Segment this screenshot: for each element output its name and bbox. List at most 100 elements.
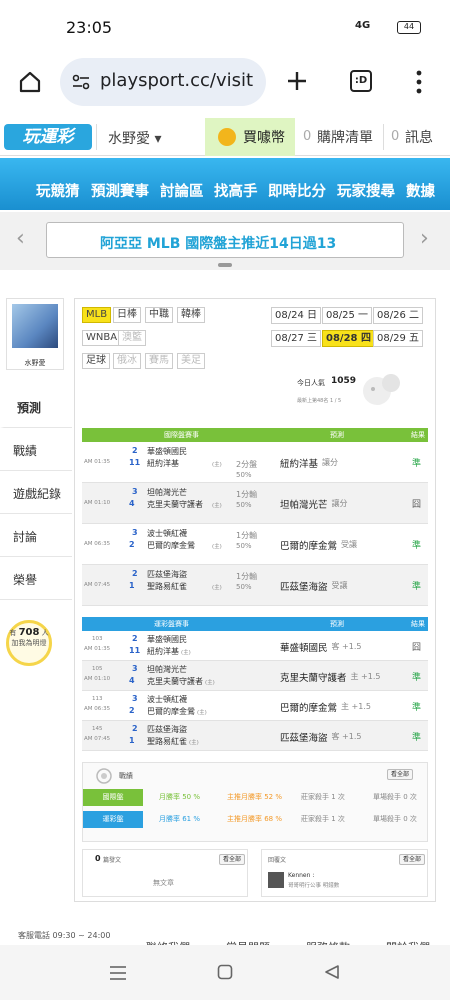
home-team: 紐約洋基 (147, 459, 179, 468)
tab-honors[interactable]: 榮譽 (0, 558, 72, 600)
profile-username: 水野愛 (24, 359, 46, 367)
intl-game-row[interactable]: AM 01:35 2 華盛頓國民 11 紐約洋基 (主) 2分盤 50% 紐約洋基 讓分準 (82, 442, 428, 483)
intl-col-pick: 預測 (330, 431, 344, 439)
cart-link[interactable]: 購牌清單 (317, 127, 373, 147)
spread-pct: 50% (236, 542, 252, 550)
buy-coins-label: 買噱幣 (243, 130, 285, 146)
pick-note: 讓分 (322, 458, 338, 467)
messages-link[interactable]: 訊息 (405, 127, 433, 147)
reply-user[interactable]: Kennen : (288, 872, 314, 879)
record-icon (96, 768, 112, 784)
recent-apps-icon[interactable] (109, 965, 127, 981)
league-selector: MLB 日棒 中職 韓棒 WNBA 澳籃 足球 俄冰 賽馬 美足 (82, 307, 252, 377)
message-count: 0 (391, 129, 400, 144)
chevron-left-icon[interactable]: ‹ (16, 226, 25, 251)
announcement-text[interactable]: 阿亞亞 MLB 國際盤主推近14日過13 (100, 233, 336, 253)
tab-predictions[interactable]: 預測 (0, 386, 72, 428)
league-horse[interactable]: 賽馬 (145, 353, 173, 369)
league-khl[interactable]: 俄冰 (113, 353, 141, 369)
league-nfl[interactable]: 美足 (177, 353, 205, 369)
divider (96, 124, 97, 150)
league-soccer[interactable]: 足球 (82, 353, 110, 369)
intl-col-game: 國際盤賽事 (164, 431, 199, 439)
home-team: 克里夫蘭守護者 (147, 677, 203, 686)
pick-team: 坦帕灣光芒 (280, 500, 328, 511)
league-kbo[interactable]: 韓棒 (177, 307, 205, 323)
main-nav: 玩競猜 預測賽事 討論區 找高手 即時比分 玩家搜尋 數據 (0, 158, 450, 210)
intl-game-row[interactable]: AM 06:35 3 波士頓紅襪 2 巴爾的摩金鶯 (主) 1分輸 50% 巴爾的摩金鶯 受讓準 (82, 524, 428, 565)
pick-team: 巴爾的摩金鶯 (280, 541, 338, 552)
league-nbl[interactable]: 澳籃 (118, 330, 146, 346)
site-logo[interactable]: 玩運彩 (4, 124, 92, 150)
user-menu[interactable]: 水野愛 ▾ (108, 128, 161, 148)
nav-find-experts[interactable]: 找高手 (214, 180, 258, 201)
nav-play-guess[interactable]: 玩競猜 (36, 180, 80, 201)
local-main-rate: 主推月勝率 68 % (227, 815, 283, 823)
record-title: 戰績 (119, 772, 133, 780)
home-marker: (主) (212, 503, 222, 509)
tab-discussion[interactable]: 討論 (0, 515, 72, 557)
intl-table-header: 國際盤賽事 預測 結果 (82, 428, 428, 442)
posts-box: 0 篇發文 看全部 無文章 (82, 849, 248, 897)
nav-data[interactable]: 數據 (406, 180, 435, 201)
home-score: 11 (129, 646, 141, 655)
result-badge: 準 (412, 733, 422, 743)
spread-pct: 50% (236, 583, 252, 591)
result-badge: 準 (412, 459, 422, 469)
away-team: 波士頓紅襪 (147, 695, 187, 704)
league-npb[interactable]: 日棒 (113, 307, 141, 323)
tab-switcher-button[interactable]: :D (350, 70, 372, 92)
nav-forum[interactable]: 討論區 (160, 180, 204, 201)
reply-text[interactable]: 哥哥明行公事 明錢數 (288, 881, 339, 889)
record-more-button[interactable]: 看全部 (387, 769, 414, 780)
nav-live-scores[interactable]: 即時比分 (268, 180, 326, 201)
replies-more-button[interactable]: 看全部 (399, 854, 426, 865)
intl-game-row[interactable]: AM 01:10 3 坦帕灣光芒 4 克里夫蘭守護者 (主) 1分輸 50% 坦帕灣光芒 讓分 囧 (82, 483, 428, 524)
home-nav-icon[interactable] (217, 964, 233, 980)
home-team: 克里夫蘭守護者 (147, 500, 203, 509)
avatar[interactable] (12, 304, 58, 348)
home-team: 巴爾的摩金鶯 (147, 707, 195, 716)
game-code: 105 (92, 666, 103, 672)
pick-team: 匹茲堡海盜 (280, 582, 328, 593)
nav-player-search[interactable]: 玩家搜尋 (337, 180, 395, 201)
league-mlb[interactable]: MLB (82, 307, 112, 323)
site-settings-icon[interactable] (72, 74, 90, 90)
home-score: 2 (129, 706, 135, 715)
away-score: 3 (132, 664, 138, 673)
pick-team: 匹茲堡海盜 (280, 733, 328, 744)
more-menu-icon[interactable] (415, 70, 423, 94)
league-wnba[interactable]: WNBA (82, 330, 122, 346)
away-team: 華盛頓國民 (147, 635, 187, 644)
new-tab-icon[interactable] (286, 70, 308, 92)
game-time: AM 06:35 (84, 541, 111, 547)
url-text[interactable]: playsport.cc/visit (100, 70, 253, 91)
date-0825[interactable]: 08/25 一 (322, 307, 372, 324)
posts-label: 篇發文 (103, 857, 122, 864)
game-time: AM 06:35 (84, 706, 111, 712)
posts-more-button[interactable]: 看全部 (219, 854, 246, 865)
local-game-row[interactable]: 113 AM 06:35 3 波士頓紅襪 2 巴爾的摩金鶯 (主) 巴爾的摩金鶯主 +1.5 準 (82, 691, 428, 721)
date-0829[interactable]: 08/29 五 (373, 330, 423, 347)
home-icon[interactable] (18, 70, 42, 94)
tab-game-history[interactable]: 遊戲紀錄 (0, 472, 72, 514)
intl-game-row[interactable]: AM 07:45 2 匹茲堡海盜 1 聖路易紅雀 (主) 1分輸 50% 匹茲堡海盜 受讓 準 (82, 565, 428, 606)
local-game-row[interactable]: 105 AM 01:10 3 坦帕灣光芒 4 克里夫蘭守護者 (主) 克里夫蘭守護者主 +1.… (82, 661, 428, 691)
date-0826[interactable]: 08/26 二 (373, 307, 423, 324)
date-0827[interactable]: 08/27 三 (271, 330, 321, 347)
tab-record[interactable]: 戰績 (0, 429, 72, 471)
date-0824[interactable]: 08/24 日 (271, 307, 321, 324)
date-0828[interactable]: 08/28 四 (322, 330, 375, 347)
local-game-row[interactable]: 145 AM 07:45 2 匹茲堡海盜 1 聖路易紅雀 (主) 匹茲堡海盜客 +1.5 準 (82, 721, 428, 751)
local-single-killer: 單場殺手 0 次 (373, 815, 417, 823)
local-col-game: 運彩盤賽事 (154, 620, 189, 628)
back-nav-icon[interactable] (324, 964, 340, 980)
local-game-row[interactable]: 103 AM 01:35 2 華盛頓國民 11 紐約洋基 (主) 華盛頓國民客 +1.5 囧 (82, 631, 428, 661)
away-score: 3 (132, 694, 138, 703)
league-cpbl[interactable]: 中職 (145, 307, 173, 323)
chevron-right-icon[interactable]: › (420, 226, 429, 251)
home-marker: (主) (181, 650, 191, 656)
home-team: 巴爾的摩金鶯 (147, 541, 195, 550)
away-team: 坦帕灣光芒 (147, 488, 187, 497)
nav-predictions[interactable]: 預測賽事 (91, 180, 149, 201)
